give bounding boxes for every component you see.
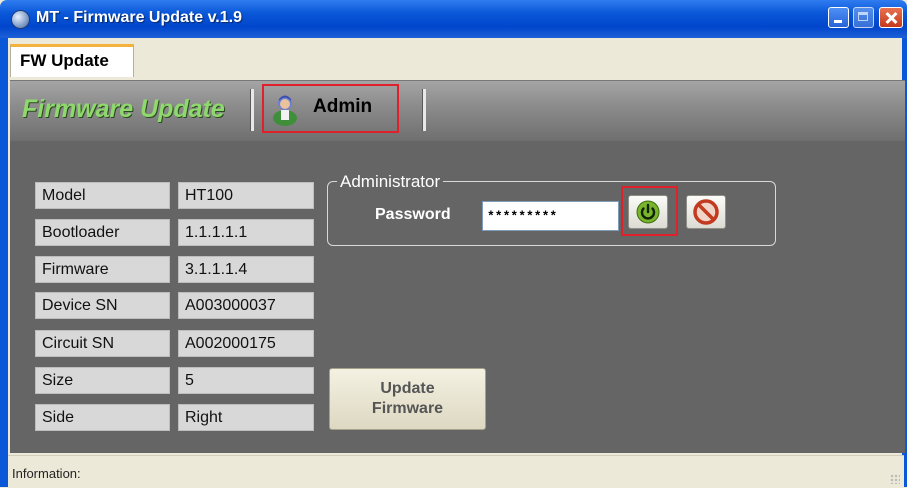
label-firmware: Firmware [35, 256, 170, 283]
value-model: HT100 [178, 182, 314, 209]
cancel-icon [693, 199, 719, 225]
admin-label: Admin [313, 96, 373, 117]
title-bar[interactable]: MT - Firmware Update v.1.9 [0, 0, 907, 38]
status-bar: Information: [8, 455, 904, 488]
value-bootloader: 1.1.1.1.1 [178, 219, 314, 246]
tab-fw-update[interactable]: FW Update [10, 44, 134, 77]
label-model: Model [35, 182, 170, 209]
label-size: Size [35, 367, 170, 394]
admin-user-icon [273, 95, 297, 126]
label-circuit-sn: Circuit SN [35, 330, 170, 357]
value-device-sn: A003000037 [178, 292, 314, 319]
toolbar-title: Firmware Update [22, 95, 225, 123]
app-icon[interactable] [11, 10, 30, 29]
toolbar: Firmware Update Admin [10, 80, 905, 142]
maximize-button[interactable] [853, 7, 874, 28]
update-firmware-label-line1: Update [380, 380, 435, 397]
value-firmware: 3.1.1.1.4 [178, 256, 314, 283]
minimize-button[interactable] [828, 7, 849, 28]
administrator-legend: Administrator [337, 173, 444, 191]
value-side: Right [178, 404, 314, 431]
close-button[interactable] [879, 7, 903, 28]
password-field[interactable] [482, 201, 619, 231]
toolbar-separator [422, 89, 426, 131]
power-icon [636, 200, 660, 224]
value-circuit-sn: A002000175 [178, 330, 314, 357]
label-side: Side [35, 404, 170, 431]
tab-strip [8, 38, 902, 80]
window-title: MT - Firmware Update v.1.9 [36, 9, 242, 26]
label-device-sn: Device SN [35, 292, 170, 319]
login-button[interactable] [628, 195, 668, 229]
admin-button[interactable]: Admin [262, 84, 399, 133]
label-bootloader: Bootloader [35, 219, 170, 246]
window-frame-left [0, 38, 8, 487]
update-firmware-label-line2: Firmware [371, 400, 444, 417]
password-label: Password [375, 206, 451, 223]
cancel-button[interactable] [686, 195, 726, 229]
value-size: 5 [178, 367, 314, 394]
update-firmware-button[interactable]: Update Firmware [329, 368, 486, 430]
toolbar-separator [250, 89, 254, 131]
resize-grip-icon[interactable] [890, 474, 900, 484]
status-text: Information: [12, 466, 81, 481]
